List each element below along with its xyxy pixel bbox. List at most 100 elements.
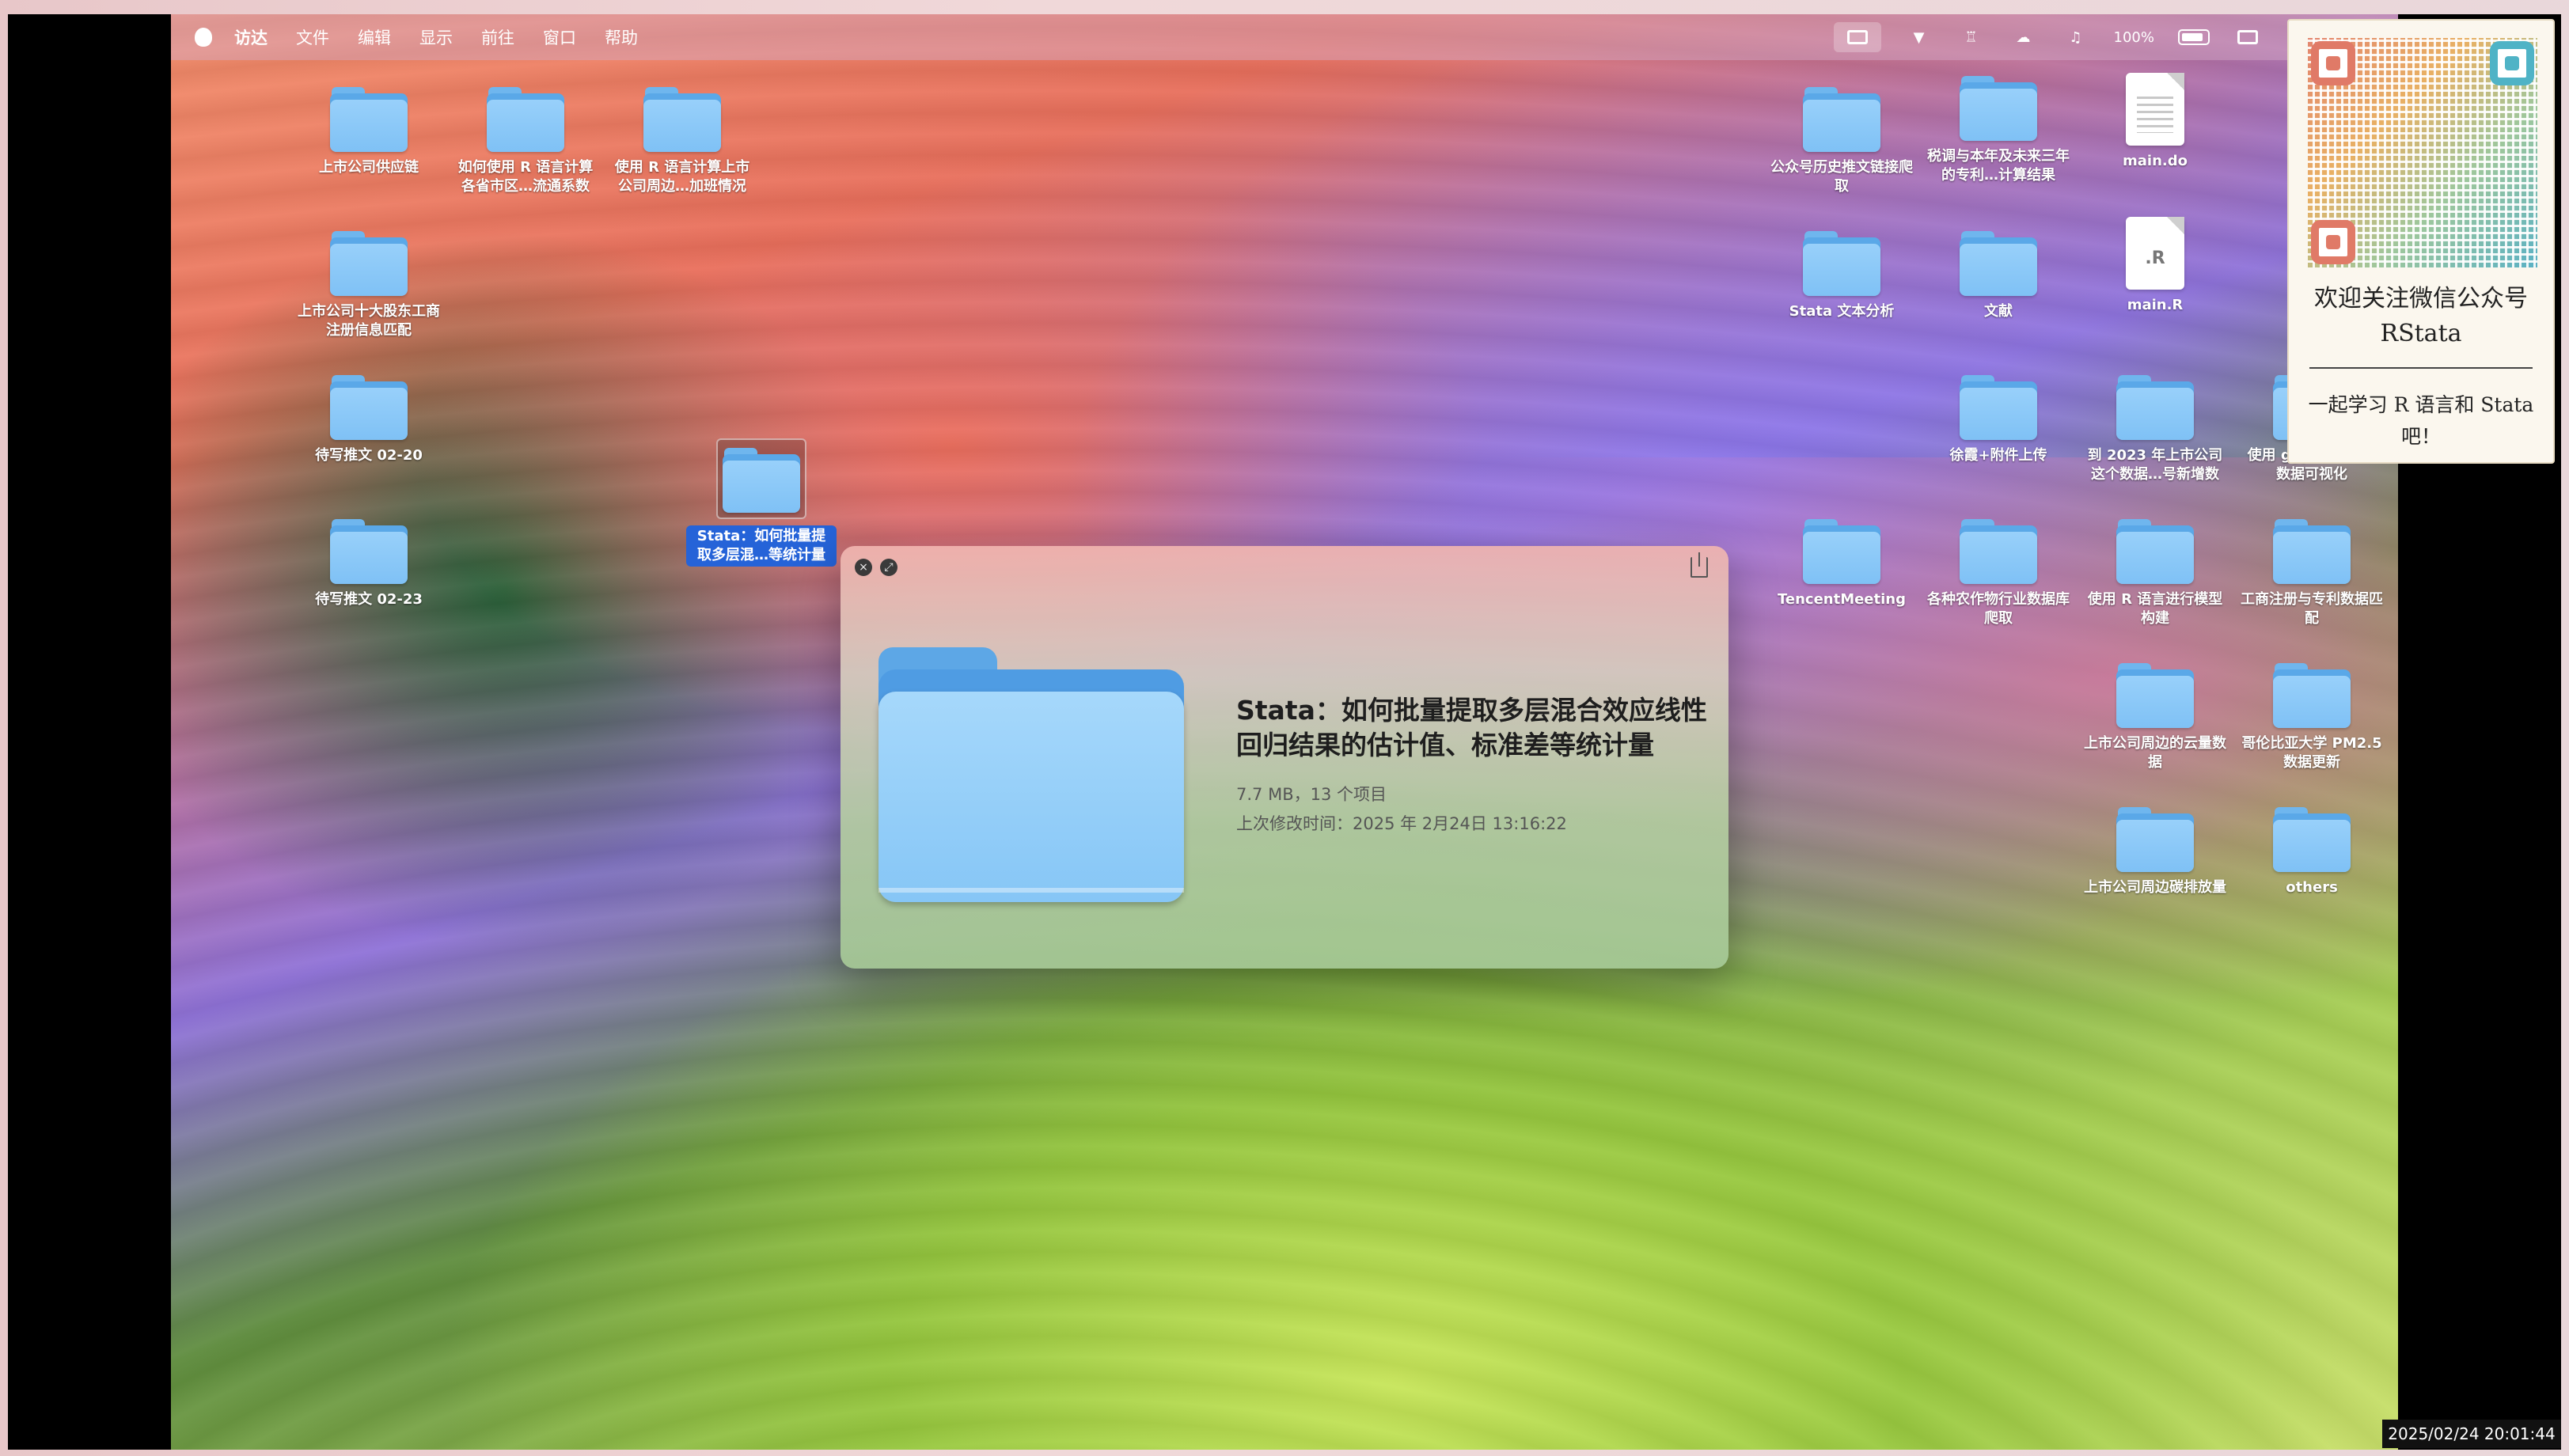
folder-label: 文献: [1984, 303, 2013, 320]
document-icon: [2126, 73, 2184, 146]
folder-icon: [1803, 519, 1880, 584]
desktop-folder[interactable]: 待写推文 02-20: [298, 370, 440, 465]
folder-preview-icon: [878, 647, 1184, 902]
folder-label: 公众号历史推文链接爬取: [1770, 159, 1913, 195]
desktop-folder[interactable]: 各种农作物行业数据库爬取: [1927, 514, 2070, 628]
folder-icon: [330, 87, 408, 152]
folder-icon: [2273, 519, 2351, 584]
folder-label: Stata 文本分析: [1789, 303, 1895, 320]
desktop-folder[interactable]: 使用 R 语言计算上市公司周边…加班情况: [611, 82, 753, 196]
folder-icon: [2116, 663, 2194, 728]
folder-icon: [487, 87, 564, 152]
folder-icon: [2116, 519, 2194, 584]
headphones-icon[interactable]: ♫: [2062, 27, 2090, 47]
screen-mirror-icon[interactable]: [1833, 22, 1881, 52]
recording-timestamp: 2025/02/24 20:01:44: [2382, 1420, 2561, 1448]
folder-label: others: [2286, 879, 2338, 896]
folder-icon: [2273, 807, 2351, 872]
folder-label: 待写推文 02-23: [315, 591, 423, 608]
folder-label: 哥伦比亚大学 PM2.5 数据更新: [2241, 735, 2382, 771]
folder-icon: [330, 375, 408, 440]
desktop-folder[interactable]: 如何使用 R 语言计算各省市区…流通系数: [454, 82, 597, 196]
selection-highlight: [716, 438, 806, 519]
r-file-icon: .R: [2126, 217, 2184, 290]
folder-icon: [723, 448, 800, 513]
promo-subline: 一起学习 R 语言和 Stata 吧！: [2308, 393, 2534, 448]
desktop-folder[interactable]: 哥伦比亚大学 PM2.5 数据更新: [2241, 658, 2383, 772]
desktop-folder[interactable]: 待写推文 02-23: [298, 514, 440, 609]
folder-icon: [330, 231, 408, 296]
folder-label: 待写推文 02-20: [315, 447, 423, 464]
battery-icon[interactable]: [2178, 29, 2210, 45]
desktop-folder[interactable]: 上市公司周边的云量数据: [2084, 658, 2226, 772]
menu-view[interactable]: 显示: [419, 25, 453, 49]
desktop-screen: 访达 文件 编辑 显示 前往 窗口 帮助 ▼ ♖ ☁ ♫ 100% ≋ ⁘ 上市…: [171, 14, 2398, 1450]
apple-menu-icon[interactable]: [195, 28, 212, 47]
menu-help[interactable]: 帮助: [605, 25, 638, 49]
cloud-icon[interactable]: ☁: [2009, 27, 2038, 47]
shirt-icon[interactable]: ▼: [1905, 27, 1933, 47]
desktop-folder[interactable]: 使用 R 语言进行模型构建: [2084, 514, 2226, 628]
desktop-folder-selected[interactable]: Stata：如何批量提取多层混…等统计量: [686, 438, 837, 567]
folder-icon: [643, 87, 721, 152]
folder-label: Stata：如何批量提取多层混…等统计量: [686, 525, 837, 567]
quick-look-meta: 7.7 MB，13 个项目 上次修改时间：2025 年 2月24日 13:16:…: [1236, 780, 1567, 839]
menu-go[interactable]: 前往: [481, 25, 514, 49]
folder-label: 上市公司周边的云量数据: [2084, 735, 2226, 771]
folder-icon: [1960, 231, 2037, 296]
close-icon[interactable]: ×: [855, 559, 872, 576]
folder-label: 各种农作物行业数据库爬取: [1927, 591, 2070, 627]
folder-label: 上市公司十大股东工商注册信息匹配: [298, 303, 440, 339]
desktop-folder[interactable]: 上市公司供应链: [298, 82, 440, 177]
folder-icon: [1803, 87, 1880, 152]
robot-icon[interactable]: ♖: [1957, 27, 1986, 47]
desktop-folder[interactable]: 到 2023 年上市公司这个数据…号新增数: [2084, 370, 2226, 484]
folder-label: 上市公司周边碳排放量: [2084, 879, 2226, 896]
promo-headline: 欢迎关注微信公众号 RStata: [2314, 285, 2528, 347]
menu-window[interactable]: 窗口: [543, 25, 576, 49]
folder-label: 到 2023 年上市公司这个数据…号新增数: [2087, 447, 2223, 483]
desktop-folder[interactable]: Stata 文本分析: [1770, 226, 1913, 321]
promo-divider: [2309, 367, 2533, 369]
desktop-document[interactable]: .R main.R: [2084, 217, 2226, 315]
menu-finder[interactable]: 访达: [234, 25, 268, 49]
folder-icon: [1960, 76, 2037, 141]
folder-icon: [1960, 519, 2037, 584]
folder-icon: [2116, 375, 2194, 440]
folder-label: 使用 R 语言进行模型构建: [2087, 591, 2223, 627]
desktop-folder[interactable]: 公众号历史推文链接爬取: [1770, 82, 1913, 196]
folder-label: TencentMeeting: [1777, 591, 1906, 608]
share-icon[interactable]: [1691, 552, 1708, 578]
qr-promo-card: 欢迎关注微信公众号 RStata 一起学习 R 语言和 Stata 吧！: [2287, 19, 2555, 464]
fullscreen-icon[interactable]: ⤢: [880, 559, 897, 576]
folder-label: 如何使用 R 语言计算各省市区…流通系数: [457, 159, 594, 195]
desktop-folder[interactable]: 上市公司周边碳排放量: [2084, 802, 2226, 897]
folder-label: 使用 R 语言计算上市公司周边…加班情况: [614, 159, 750, 195]
qr-code-image: [2308, 38, 2537, 267]
document-label: main.do: [2123, 153, 2188, 169]
input-method-icon[interactable]: [2233, 27, 2262, 47]
folder-icon: [1960, 375, 2037, 440]
desktop-folder[interactable]: 徐霞+附件上传: [1927, 370, 2070, 465]
desktop-folder[interactable]: 文献: [1927, 226, 2070, 321]
desktop-document[interactable]: main.do: [2084, 73, 2226, 171]
desktop-folder[interactable]: TencentMeeting: [1770, 514, 1913, 609]
folder-icon: [1803, 231, 1880, 296]
desktop-folder[interactable]: 上市公司十大股东工商注册信息匹配: [298, 226, 440, 340]
size-and-items: 7.7 MB，13 个项目: [1236, 785, 1387, 804]
folder-icon: [2116, 807, 2194, 872]
desktop-folder[interactable]: 税调与本年及未来三年的专利…计算结果: [1927, 71, 2070, 185]
folder-label: 工商注册与专利数据匹配: [2241, 591, 2383, 627]
folder-icon: [2273, 663, 2351, 728]
folder-icon: [330, 519, 408, 584]
desktop-folder[interactable]: others: [2241, 802, 2383, 897]
folder-label: 税调与本年及未来三年的专利…计算结果: [1927, 148, 2070, 184]
folder-label: 上市公司供应链: [319, 159, 419, 176]
menu-edit[interactable]: 编辑: [358, 25, 391, 49]
menu-file[interactable]: 文件: [296, 25, 329, 49]
folder-label: 徐霞+附件上传: [1949, 447, 2047, 464]
quick-look-title: Stata：如何批量提取多层混合效应线性回归结果的估计值、标准差等统计量: [1236, 695, 1707, 760]
desktop-folder[interactable]: 工商注册与专利数据匹配: [2241, 514, 2383, 628]
battery-percent: 100%: [2113, 28, 2154, 46]
quick-look-window: × ⤢ Stata：如何批量提取多层混合效应线性回归结果的估计值、标准差等统计量…: [841, 546, 1728, 969]
